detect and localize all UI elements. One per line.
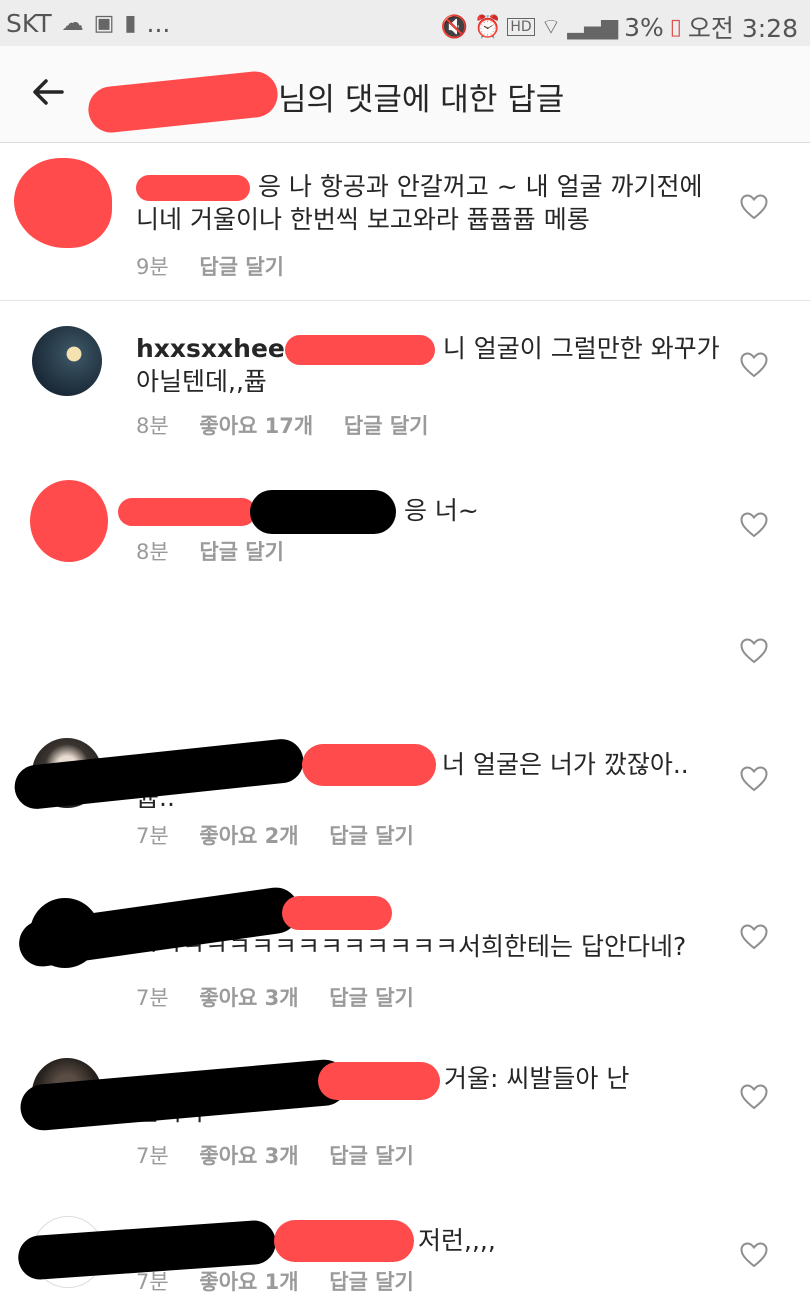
comment-item: 응 너~ 8분 답글 달기: [0, 462, 810, 582]
comment-text: 거울: 씨발들아 난 뭔죄야: [18, 1057, 726, 1133]
comment-text: ㅋㅋㅋㅋㅋㅋㅋㅋㅋㅋㅋㅋㅋㅋ서희한테는 답안다네?: [16, 884, 726, 970]
redaction-mark: [282, 896, 392, 930]
like-count[interactable]: 좋아요 2개: [199, 824, 298, 848]
battery-icon: ▯: [669, 14, 682, 40]
heart-icon[interactable]: [740, 1084, 768, 1110]
heart-icon[interactable]: [740, 352, 768, 378]
comment-meta: 7분 좋아요 3개 답글 달기: [136, 982, 438, 1012]
comment-time: 7분: [136, 824, 169, 848]
comment-item-empty: [0, 600, 810, 710]
comment-meta: 8분 답글 달기: [136, 536, 308, 566]
comment-text-line1: 저런,,,,: [418, 1226, 496, 1255]
comment-text-line1: 니 얼굴이 그럴만한 와꾸가: [442, 334, 720, 363]
comment-text: 너 얼굴은 너가 깠잖아.. 퓹..: [12, 736, 726, 814]
like-count[interactable]: 좋아요 3개: [199, 986, 298, 1010]
comment-meta: 9분 답글 달기: [136, 251, 308, 281]
comment-item: 거울: 씨발들아 난 뭔죄야 7분 좋아요 3개 답글 달기: [0, 1046, 810, 1196]
comment-meta: 7분 좋아요 2개 답글 달기: [136, 820, 438, 850]
comment-text-line2: 아닐텐데,,퓹: [136, 367, 267, 396]
comment-time: 9분: [136, 255, 169, 279]
avatar: [32, 326, 102, 396]
comment-text-line1: 응 너~: [403, 496, 479, 525]
heart-icon[interactable]: [740, 194, 768, 220]
reply-button[interactable]: 답글 달기: [329, 1144, 414, 1168]
comment-text-line2: 니네 거울이나 한번씩 보고와라 퓹퓹퓹 메롱: [136, 205, 590, 234]
cloud-icon: ☁: [61, 11, 84, 36]
comment-text: 응 너~: [118, 490, 708, 534]
like-count[interactable]: 좋아요 1개: [199, 1270, 298, 1294]
heart-icon[interactable]: [740, 924, 768, 950]
heart-icon[interactable]: [740, 766, 768, 792]
carrier-label: SKT: [6, 9, 52, 38]
alarm-icon: ⏰: [473, 14, 502, 40]
reply-button[interactable]: 답글 달기: [199, 255, 284, 279]
redaction-mark: [274, 1220, 414, 1262]
mute-icon: 🔇: [440, 14, 468, 40]
comment-text: hxxsxxhee 니 얼굴이 그럴만한 와꾸가 아닐텐데,,퓹: [136, 332, 726, 398]
page-title-text: 님의 댓글에 대한 답글: [278, 82, 565, 118]
divider: [0, 300, 810, 301]
comment-item: 응 나 항공과 안갈꺼고 ~ 내 얼굴 까기전에 니네 거울이나 한번씩 보고와…: [0, 142, 810, 300]
image-icon: ▣: [93, 11, 115, 36]
status-bar-right: 🔇 ⏰ HD ⌔ ▂▄▆ 3% ▯ 오전 3:28: [441, 9, 798, 45]
avatar-redacted: [30, 480, 108, 562]
comment-text: 저런,,,,: [16, 1219, 726, 1281]
comment-meta: 8분 좋아요 17개 답글 달기: [136, 410, 452, 440]
status-bar-left: SKT ☁ ▣ ▮ ...: [6, 9, 170, 38]
comment-meta: 7분 좋아요 1개 답글 달기: [136, 1266, 438, 1296]
more-notifications: ...: [146, 9, 171, 38]
comment-username[interactable]: hxxsxxhee: [136, 334, 285, 363]
hd-voice-icon: HD: [507, 18, 535, 36]
redaction-mark: [86, 68, 280, 135]
comment-time: 8분: [136, 414, 169, 438]
redaction-mark: [284, 335, 435, 365]
comment-item: ㅋㅋㅋㅋㅋㅋㅋㅋㅋㅋㅋㅋㅋㅋ서희한테는 답안다네? 7분 좋아요 3개 답글 달…: [0, 884, 810, 1036]
battery-percent: 3%: [624, 12, 664, 42]
signal-icon: ▂▄▆: [567, 14, 619, 40]
alert-icon: ▮: [124, 11, 137, 36]
header: 님의 댓글에 대한 답글: [0, 46, 810, 143]
reply-button[interactable]: 답글 달기: [329, 824, 414, 848]
redaction-mark: [118, 498, 256, 526]
comment-item: hxxsxxhee 니 얼굴이 그럴만한 와꾸가 아닐텐데,,퓹 8분 좋아요 …: [0, 302, 810, 452]
comment-meta: 7분 좋아요 3개 답글 달기: [136, 1140, 438, 1170]
comment-time: 7분: [136, 1270, 169, 1294]
redaction-mark: [250, 490, 396, 534]
like-count[interactable]: 좋아요 3개: [199, 1144, 298, 1168]
comment-time: 8분: [136, 540, 169, 564]
comment-time: 7분: [136, 1144, 169, 1168]
comment-time: 7분: [136, 986, 169, 1010]
wifi-icon: ⌔: [540, 15, 562, 40]
reply-button[interactable]: 답글 달기: [199, 540, 284, 564]
redaction-mark: [302, 744, 436, 786]
page-title: 님의 댓글에 대한 답글: [86, 68, 565, 135]
reply-button[interactable]: 답글 달기: [329, 986, 414, 1010]
heart-icon[interactable]: [740, 512, 768, 538]
comment-item: 너 얼굴은 너가 깠잖아.. 퓹.. 7분 좋아요 2개 답글 달기: [0, 724, 810, 874]
avatar-redacted: [14, 158, 112, 248]
username-redaction: [136, 175, 250, 201]
like-count[interactable]: 좋아요 17개: [199, 414, 313, 438]
back-arrow-icon[interactable]: [28, 72, 68, 112]
comment-text-line1: 너 얼굴은 너가 깠잖아..: [442, 750, 689, 779]
status-time: 오전 3:28: [687, 14, 798, 43]
status-bar: SKT ☁ ▣ ▮ ... 🔇 ⏰ HD ⌔ ▂▄▆ 3% ▯ 오전 3:28: [0, 0, 810, 46]
comment-text-line1: 응 나 항공과 안갈꺼고 ~ 내 얼굴 까기전에: [257, 172, 703, 201]
comment-text: 응 나 항공과 안갈꺼고 ~ 내 얼굴 까기전에 니네 거울이나 한번씩 보고와…: [136, 170, 726, 236]
comment-item: 저런,,,, 7분 좋아요 1개 답글 달기: [0, 1206, 810, 1312]
heart-icon[interactable]: [740, 1242, 768, 1268]
reply-button[interactable]: 답글 달기: [329, 1270, 414, 1294]
redaction-mark: [318, 1062, 440, 1100]
reply-button[interactable]: 답글 달기: [344, 414, 429, 438]
comment-text-line1: 거울: 씨발들아 난: [444, 1064, 630, 1093]
heart-icon[interactable]: [740, 638, 768, 664]
